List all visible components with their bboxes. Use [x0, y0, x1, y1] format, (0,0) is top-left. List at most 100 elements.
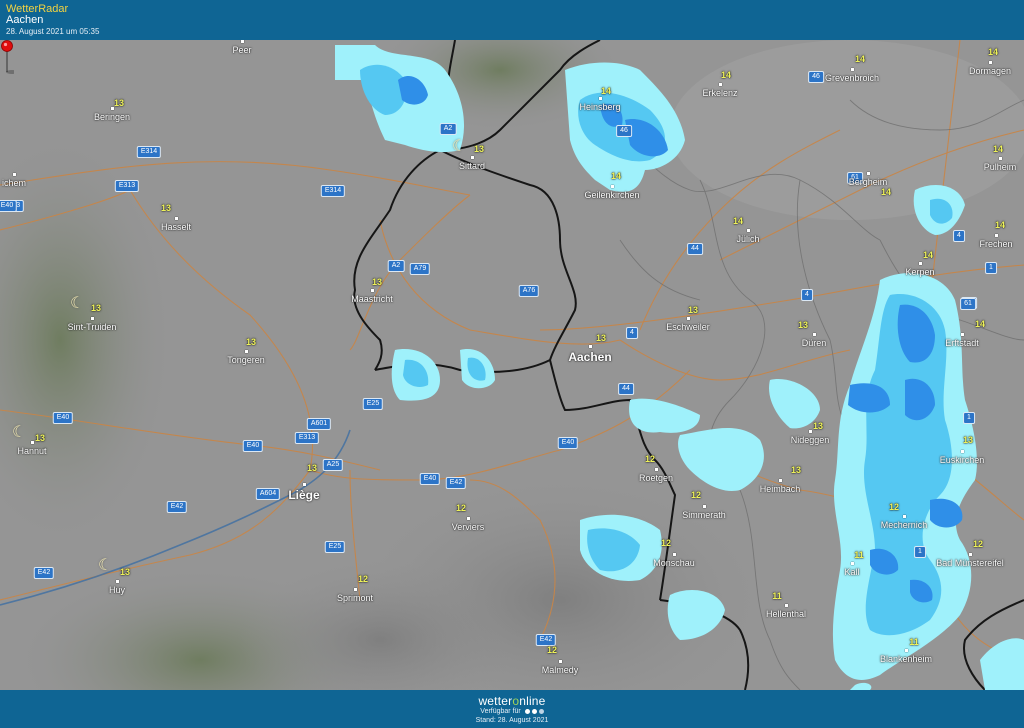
place-label[interactable]: Bad Münstereifel	[936, 558, 1004, 568]
place-label[interactable]: Erftstadt	[945, 338, 979, 348]
place-marker	[467, 517, 470, 520]
temperature-value: 13	[790, 465, 802, 475]
place-label[interactable]: Maastricht	[351, 294, 393, 304]
road-badge: E40	[419, 473, 441, 485]
place-label[interactable]: ichem	[2, 178, 26, 188]
temperature-value: 12	[546, 645, 558, 655]
place-label[interactable]: Eschweiler	[666, 322, 710, 332]
map-base	[0, 40, 1024, 690]
temperature-value: 14	[922, 250, 934, 260]
road-badge: A79	[409, 263, 431, 275]
place-label[interactable]: Roetgen	[639, 473, 673, 483]
radar-map[interactable]: ☾ ☾ ☾ ☾ E314 E313 E314 E313 A2 A79 A76 E25 A601 E…	[0, 40, 1024, 690]
place-label[interactable]: Sint-Truiden	[68, 322, 117, 332]
temperature-value: 11	[772, 591, 782, 601]
place-label[interactable]: Euskirchen	[940, 455, 985, 465]
road-badge: 4	[626, 327, 638, 339]
place-label[interactable]: Grevenbroich	[825, 73, 879, 83]
place-label[interactable]: Dormagen	[969, 66, 1011, 76]
temperature-value: 11	[854, 550, 864, 560]
place-marker	[13, 173, 16, 176]
road-badge: 4	[801, 289, 813, 301]
place-label[interactable]: Sittard	[459, 161, 485, 171]
place-label[interactable]: Malmedy	[542, 665, 579, 675]
road-badge: A601	[306, 418, 332, 430]
place-marker	[785, 604, 788, 607]
place-label[interactable]: Peer	[232, 45, 251, 55]
place-label[interactable]: Pulheim	[984, 162, 1017, 172]
road-badge: E40	[242, 440, 264, 452]
place-label[interactable]: Sprimont	[337, 593, 373, 603]
place-label[interactable]: Verviers	[452, 522, 485, 532]
place-marker	[471, 156, 474, 159]
location-pin-icon[interactable]	[0, 40, 14, 74]
temperature-value: 13	[473, 144, 485, 154]
place-marker	[851, 562, 854, 565]
temperature-value: 14	[600, 86, 612, 96]
road-badge: 1	[985, 262, 997, 274]
place-label[interactable]: Tongeren	[227, 355, 265, 365]
temperature-value: 14	[994, 220, 1006, 230]
road-badge: E313	[114, 180, 140, 192]
place-label[interactable]: Nideggen	[791, 435, 830, 445]
road-badge: 1	[914, 546, 926, 558]
place-label[interactable]: Hannut	[17, 446, 46, 456]
temperature-value: 13	[160, 203, 172, 213]
road-badge: 46	[616, 125, 632, 137]
temperature-value: 14	[880, 187, 892, 197]
road-badge: A604	[255, 488, 281, 500]
road-badge: A25	[322, 459, 344, 471]
place-label[interactable]: Huy	[109, 585, 125, 595]
moon-icon: ☾	[12, 424, 27, 441]
place-label[interactable]: Bergheim	[849, 177, 888, 187]
temperature-value: 13	[119, 567, 131, 577]
place-label[interactable]: Mechernich	[881, 520, 928, 530]
temperature-value: 14	[992, 144, 1004, 154]
place-label[interactable]: Heinsberg	[579, 102, 620, 112]
place-label[interactable]: Monschau	[653, 558, 695, 568]
place-label[interactable]: Simmerath	[682, 510, 726, 520]
radar-timestamp: 28. August 2021 um 05:35	[6, 27, 100, 36]
place-label[interactable]: Jülich	[736, 234, 759, 244]
place-label[interactable]: Aachen	[568, 350, 611, 364]
place-label[interactable]: Blankenheim	[880, 654, 932, 664]
place-label[interactable]: Geilenkirchen	[584, 190, 639, 200]
place-label[interactable]: Düren	[802, 338, 827, 348]
place-marker	[813, 333, 816, 336]
place-marker	[655, 468, 658, 471]
road-badge: E42	[166, 501, 188, 513]
data-stand: Stand: 28. August 2021	[475, 717, 549, 724]
place-marker	[747, 229, 750, 232]
place-label[interactable]: Beringen	[94, 112, 130, 122]
place-marker	[995, 234, 998, 237]
place-label[interactable]: Frechen	[979, 239, 1012, 249]
place-label[interactable]: Heimbach	[760, 484, 801, 494]
place-label[interactable]: Hellenthal	[766, 609, 806, 619]
place-marker	[687, 317, 690, 320]
place-marker	[303, 483, 306, 486]
temperature-value: 14	[732, 216, 744, 226]
road-badge: 46	[808, 71, 824, 83]
place-label[interactable]: Hasselt	[161, 222, 191, 232]
place-marker	[999, 157, 1002, 160]
place-marker	[599, 97, 602, 100]
road-badge: 1	[963, 412, 975, 424]
road-badge: A2	[387, 260, 405, 272]
place-marker	[961, 333, 964, 336]
temperature-value: 11	[909, 637, 919, 647]
place-marker	[851, 68, 854, 71]
road-badge: E25	[324, 541, 346, 553]
temperature-value: 12	[690, 490, 702, 500]
temperature-value: 13	[962, 435, 974, 445]
place-marker	[673, 553, 676, 556]
place-marker	[91, 317, 94, 320]
platform-dot-icon	[538, 708, 544, 714]
brand-logo[interactable]: wetteronline	[0, 694, 1024, 708]
place-label[interactable]: Erkelenz	[702, 88, 737, 98]
place-label[interactable]: Kall	[844, 567, 859, 577]
road-badge: A2	[439, 123, 457, 135]
place-label[interactable]: Kerpen	[905, 267, 934, 277]
location-title[interactable]: Aachen	[6, 14, 43, 26]
place-label[interactable]: Liège	[288, 488, 319, 502]
place-marker	[903, 515, 906, 518]
